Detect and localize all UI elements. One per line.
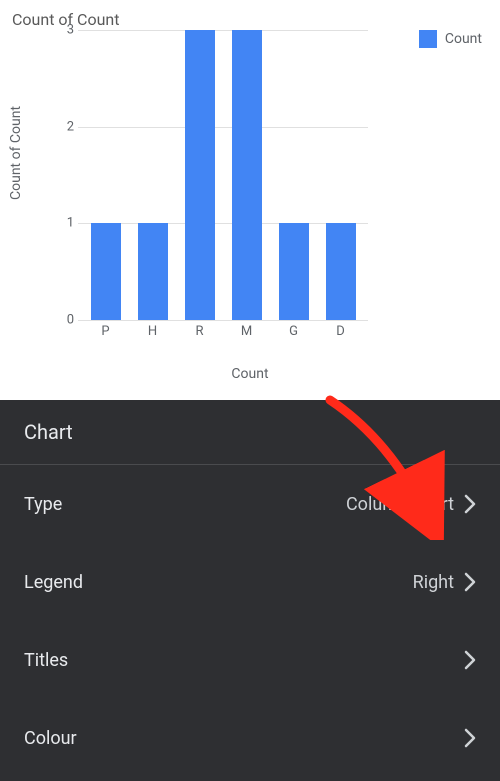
y-tick: 3 xyxy=(50,23,74,38)
y-tick: 2 xyxy=(50,119,74,134)
row-colour[interactable]: Colour xyxy=(0,699,500,777)
row-type-value: Column chart xyxy=(346,494,454,515)
row-type-label: Type xyxy=(24,494,62,515)
x-tick: H xyxy=(138,324,168,339)
y-axis-label: Count of Count xyxy=(8,106,24,200)
legend-swatch xyxy=(419,30,437,48)
chevron-right-icon xyxy=(464,728,476,748)
row-colour-label: Colour xyxy=(24,728,77,749)
bar xyxy=(279,223,309,320)
x-tick: D xyxy=(326,324,356,339)
panel-header: Chart xyxy=(0,400,500,465)
row-legend-label: Legend xyxy=(24,572,83,593)
bar xyxy=(185,30,215,320)
row-legend-value: Right xyxy=(413,572,454,593)
bar xyxy=(91,223,121,320)
chevron-right-icon xyxy=(464,572,476,592)
x-tick: P xyxy=(91,324,121,339)
chart-plot: 0123 xyxy=(78,30,368,320)
legend-label: Count xyxy=(445,31,482,47)
bar xyxy=(138,223,168,320)
row-titles-label: Titles xyxy=(24,650,68,671)
x-tick: R xyxy=(185,324,215,339)
bar xyxy=(326,223,356,320)
chart-settings-panel: Chart Type Column chart Legend Right Tit… xyxy=(0,400,500,781)
bars xyxy=(78,30,368,320)
y-tick: 1 xyxy=(50,216,74,231)
bar xyxy=(232,30,262,320)
row-titles[interactable]: Titles xyxy=(0,621,500,699)
chevron-right-icon xyxy=(464,650,476,670)
y-tick: 0 xyxy=(50,313,74,328)
x-tick: G xyxy=(279,324,309,339)
chart-preview: Count of Count Count Count of Count 0123… xyxy=(0,0,500,400)
chevron-right-icon xyxy=(464,494,476,514)
chart-title: Count of Count xyxy=(12,10,488,29)
x-tick: M xyxy=(232,324,262,339)
gridline xyxy=(78,320,368,321)
chart-legend: Count xyxy=(419,30,482,48)
x-axis-label: Count xyxy=(0,366,500,382)
row-type[interactable]: Type Column chart xyxy=(0,465,500,543)
x-ticks: PHRMGD xyxy=(78,324,368,339)
row-legend[interactable]: Legend Right xyxy=(0,543,500,621)
